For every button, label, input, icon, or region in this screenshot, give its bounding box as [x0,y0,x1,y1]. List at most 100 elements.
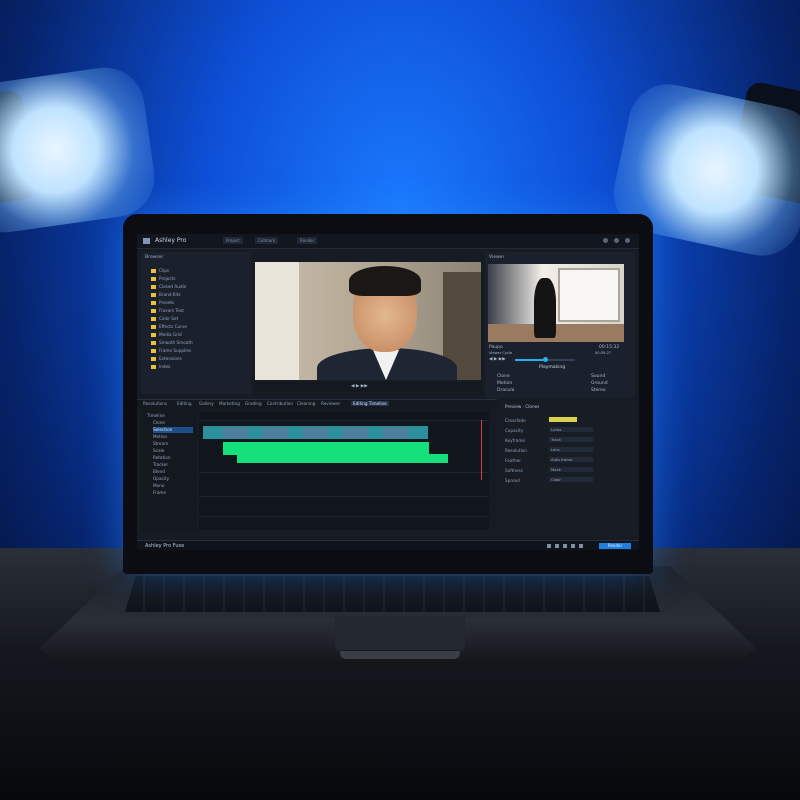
minimize-icon[interactable] [603,238,608,243]
viewer-wall [255,262,299,380]
video-clip-track[interactable] [203,426,428,439]
clip-thumbnail [263,427,288,438]
inspector-panel: Preview · Clones Crossfade Capacity Luma… [501,402,635,530]
list-status-icon[interactable] [571,544,575,548]
preview-window [558,268,620,322]
title-bar: Ashley Pro Project Cutmark Render [137,234,639,249]
tree-item[interactable]: Effects Curve [151,324,187,330]
folder-icon [151,293,156,297]
track-list-panel: Timeline Clone Selection Motion Stream S… [141,410,197,532]
preview-transport-icons[interactable]: ◀ ▶ ▶▶ [489,357,506,362]
track-item[interactable]: Stream [153,441,168,447]
folder-icon [151,357,156,361]
track-item[interactable]: Tracker [153,462,168,468]
tree-item[interactable]: Closed Audio [151,284,186,290]
tab-contribution[interactable]: Contribution [267,401,293,406]
track-item[interactable]: Motion [153,434,167,440]
folder-icon [151,341,156,345]
tree-item[interactable]: Frame Supplies [151,348,191,354]
track-item[interactable]: Clone [153,420,165,426]
track-item[interactable]: Rotation [153,455,171,461]
preview-section-title: Playmaking [539,365,566,370]
media-browser-panel: Browser Clips Projects Closed Audio Bran… [141,252,251,394]
tab-marketing[interactable]: Marketing [219,401,240,406]
play-status-icon[interactable] [547,544,551,548]
settings-status-icon[interactable] [555,544,559,548]
track-item[interactable]: Frame [153,490,166,496]
preview-monitor[interactable] [488,264,624,342]
tree-item[interactable]: Flavors Text [151,308,184,314]
laptop-hinge [340,651,460,659]
tree-item[interactable]: Index [151,364,171,370]
maximize-icon[interactable] [614,238,619,243]
media-browser-title: Browser [145,255,164,260]
folder-icon [151,301,156,305]
track-item[interactable]: Blend [153,469,165,475]
studio-light-left [0,62,160,238]
preview-person [534,278,556,338]
play-icon[interactable]: ◀ ▶ ▶▶ [351,384,368,389]
tab-resolutions[interactable]: Resolutions [143,401,167,406]
app-logo-icon [143,238,150,244]
preview-clip-sub: Viewer Cycle [489,351,513,355]
clip-thumbnail [383,427,408,438]
laptop-touchpad [335,616,465,650]
folder-icon [151,277,156,281]
preview-progress-slider[interactable] [515,357,575,362]
tab-editing-timeline[interactable]: Editing Timeline [351,401,389,406]
tree-item[interactable]: Extensions [151,356,182,362]
grid-status-icon[interactable] [563,544,567,548]
folder-icon [151,365,156,369]
tab-project[interactable]: Project [223,237,243,244]
track-item[interactable]: Scale [153,448,164,454]
track-item[interactable]: Mono [153,483,164,489]
preview-progress-knob[interactable] [543,357,548,362]
editor-window: Ashley Pro Project Cutmark Render Browse… [137,234,639,550]
clip-thumbnail [223,427,248,438]
render-button[interactable]: Render [599,543,631,549]
viewer-transport: ◀ ▶ ▶▶ [255,382,481,392]
tab-grading[interactable]: Grading [245,401,262,406]
clip-thumbnail [343,427,368,438]
tab-reviewer[interactable]: Reviewer [321,401,340,406]
status-app-title: Ashley Pro Fuse [145,543,185,549]
folder-icon [151,349,156,353]
preview-clip-name: Paupo [489,345,503,350]
timeline-ruler [199,420,489,421]
app-title: Ashley Pro [155,237,187,244]
folder-icon [151,325,156,329]
tree-item[interactable]: Brand Kits [151,292,181,298]
tab-gallery[interactable]: Gallery [199,401,214,406]
folder-icon [151,309,156,313]
tree-item[interactable]: Color Set [151,316,178,322]
tab-render[interactable]: Render [297,237,318,244]
playhead[interactable] [481,420,482,480]
preview-progress-fill [515,359,545,361]
timeline[interactable] [199,412,489,530]
preview-timecode: 00:15:32 [599,345,620,350]
tree-item[interactable]: Smooth Smooth [151,340,193,346]
folder-icon [151,285,156,289]
audio-clip-track[interactable] [223,442,449,463]
inspector-swatch[interactable] [549,417,577,422]
tab-editing[interactable]: Editing [177,401,192,406]
track-item-selected[interactable]: Selection [153,427,193,433]
tree-item[interactable]: Clips [151,268,169,274]
close-icon[interactable] [625,238,630,243]
inspector-title: Preview · Clones [505,404,540,409]
tree-item[interactable]: Presets [151,300,174,306]
share-status-icon[interactable] [579,544,583,548]
main-viewer[interactable] [255,262,481,380]
preview-timecode-sub: 00:35:27 [595,351,612,355]
tab-cutmark[interactable]: Cutmark [255,237,279,244]
tree-item[interactable]: Media Grid [151,332,182,338]
laptop-keyboard [125,576,660,612]
status-bar: Ashley Pro Fuse Render [137,540,639,550]
folder-icon [151,333,156,337]
track-item[interactable]: Timeline [147,413,165,419]
tree-item[interactable]: Projects [151,276,176,282]
viewer-person-hair [349,266,421,296]
track-item[interactable]: Opacity [153,476,169,482]
tab-cleaning[interactable]: Cleaning [297,401,315,406]
preview-panel-title: Viewer [489,255,505,260]
